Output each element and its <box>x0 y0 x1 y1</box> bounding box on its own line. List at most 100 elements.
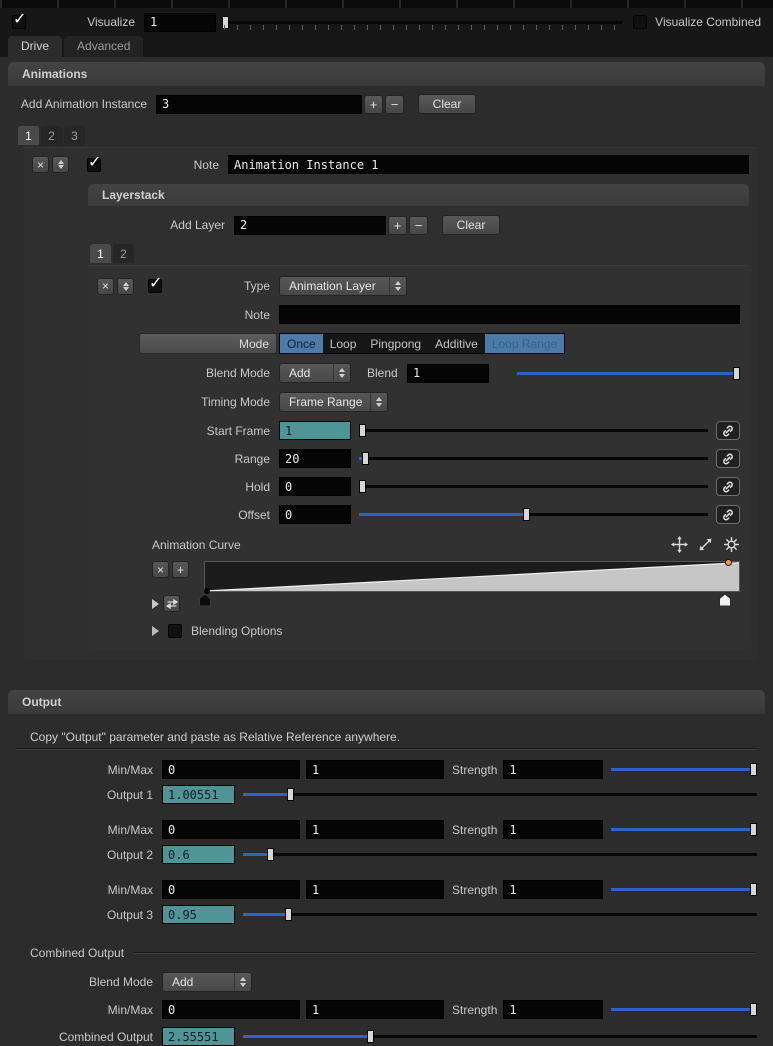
add-layer-plus-button[interactable]: + <box>388 215 407 235</box>
slider-handle[interactable] <box>359 480 366 493</box>
visualize-checkbox[interactable]: ✓ <box>12 9 26 29</box>
instance-tab-3[interactable]: 3 <box>64 126 85 145</box>
hold-link-button[interactable] <box>716 477 740 496</box>
strength-input[interactable]: 1 <box>503 1000 604 1019</box>
slider-handle[interactable] <box>733 366 740 380</box>
range-slider[interactable] <box>359 451 708 466</box>
combined-blend-mode-dropdown[interactable]: Add <box>162 972 252 992</box>
visualize-combined-checkbox[interactable] <box>633 15 648 29</box>
strength-slider[interactable] <box>611 1002 757 1017</box>
offset-slider[interactable] <box>359 507 708 522</box>
strength-slider[interactable] <box>611 822 757 837</box>
max-input[interactable]: 1 <box>306 820 444 839</box>
slider-handle[interactable] <box>750 763 757 776</box>
slider-handle[interactable] <box>367 1030 375 1043</box>
tab-advanced[interactable]: Advanced <box>64 36 144 57</box>
reorder-instance-button[interactable] <box>52 156 69 173</box>
slider-handle[interactable] <box>750 883 757 896</box>
slider-handle[interactable] <box>222 15 229 29</box>
instance-tab-2[interactable]: 2 <box>41 126 62 145</box>
slider-handle[interactable] <box>362 452 370 465</box>
offset-input[interactable]: 0 <box>279 505 351 524</box>
ramp-cycle-button[interactable] <box>163 595 180 612</box>
visualize-slider[interactable] <box>222 15 622 30</box>
strength-input[interactable]: 1 <box>503 880 604 899</box>
add-layer-input[interactable]: 2 <box>234 215 386 235</box>
hold-slider[interactable] <box>359 479 708 494</box>
remove-layer-button[interactable]: × <box>97 277 114 295</box>
add-instance-input[interactable]: 3 <box>156 94 362 114</box>
mode-label-button[interactable]: Mode <box>139 333 277 354</box>
slider-handle[interactable] <box>750 1003 757 1016</box>
slider-handle[interactable] <box>750 823 757 836</box>
ramp-add-key-button[interactable]: + <box>172 561 189 578</box>
instance-note-input[interactable]: Animation Instance 1 <box>228 155 749 174</box>
range-input[interactable]: 20 <box>279 449 351 468</box>
output1-slider[interactable] <box>243 787 757 802</box>
min-input[interactable]: 0 <box>162 760 300 779</box>
strength-input[interactable]: 1 <box>503 820 604 839</box>
max-input[interactable]: 1 <box>306 880 444 899</box>
slider-handle[interactable] <box>523 508 530 521</box>
ramp-pan-button[interactable] <box>671 536 688 553</box>
slider-handle[interactable] <box>284 908 292 921</box>
min-input[interactable]: 0 <box>162 1000 300 1019</box>
max-input[interactable]: 1 <box>306 1000 444 1019</box>
ramp-handle-right[interactable] <box>718 593 732 607</box>
ramp-curve-area[interactable] <box>204 559 740 594</box>
blend-mode-dropdown[interactable]: Add <box>279 363 351 383</box>
ramp-delete-key-button[interactable]: × <box>152 561 169 578</box>
start-frame-link-button[interactable] <box>716 421 740 440</box>
layer-tab-1[interactable]: 1 <box>90 244 111 263</box>
layer-note-input[interactable] <box>279 305 740 324</box>
output1-value[interactable]: 1.00551 <box>162 785 235 804</box>
ramp-scale-button[interactable] <box>697 536 714 553</box>
tab-drive[interactable]: Drive <box>8 36 63 57</box>
remove-instance-button[interactable]: × <box>32 156 49 173</box>
reorder-layer-button[interactable] <box>117 277 134 295</box>
add-layer-minus-button[interactable]: − <box>409 215 428 235</box>
instance-enable-checkbox[interactable]: ✓ <box>87 152 101 172</box>
ramp-key-point[interactable] <box>725 559 732 566</box>
type-dropdown[interactable]: Animation Layer <box>279 276 407 296</box>
timing-mode-dropdown[interactable]: Frame Range <box>279 392 389 412</box>
blend-input[interactable]: 1 <box>407 363 489 383</box>
strength-slider[interactable] <box>611 762 757 777</box>
mode-pingpong[interactable]: Pingpong <box>363 334 428 353</box>
max-input[interactable]: 1 <box>306 760 444 779</box>
ramp-expand-arrow[interactable] <box>152 598 159 609</box>
slider-handle[interactable] <box>266 848 274 861</box>
strength-input[interactable]: 1 <box>503 760 604 779</box>
instance-tab-1[interactable]: 1 <box>18 126 39 145</box>
clear-layers-button[interactable]: Clear <box>442 215 500 235</box>
collapse-arrow-icon[interactable] <box>152 626 159 636</box>
layer-enable-checkbox[interactable]: ✓ <box>148 273 162 293</box>
blend-slider[interactable] <box>517 366 740 381</box>
animations-section-header[interactable]: Animations <box>8 62 765 86</box>
visualize-input[interactable]: 1 <box>144 12 216 32</box>
min-input[interactable]: 0 <box>162 880 300 899</box>
mode-additive[interactable]: Additive <box>428 334 485 353</box>
start-frame-input[interactable]: 1 <box>279 421 351 440</box>
layer-tab-2[interactable]: 2 <box>113 244 134 263</box>
min-input[interactable]: 0 <box>162 820 300 839</box>
clear-instances-button[interactable]: Clear <box>418 94 476 114</box>
mode-loop[interactable]: Loop <box>323 334 364 353</box>
combined-output-slider[interactable] <box>243 1029 757 1044</box>
range-link-button[interactable] <box>716 449 740 468</box>
output2-slider[interactable] <box>243 847 757 862</box>
slider-handle[interactable] <box>287 788 295 801</box>
slider-handle[interactable] <box>359 424 366 437</box>
output-section-header[interactable]: Output <box>8 690 765 714</box>
output3-value[interactable]: 0.95 <box>162 905 235 924</box>
ramp-settings-button[interactable] <box>723 536 740 553</box>
output2-value[interactable]: 0.6 <box>162 845 235 864</box>
ramp-handle-left[interactable] <box>198 593 212 607</box>
mode-once[interactable]: Once <box>280 334 323 353</box>
strength-slider[interactable] <box>611 882 757 897</box>
add-instance-plus-button[interactable]: + <box>364 94 383 114</box>
offset-link-button[interactable] <box>716 505 740 524</box>
add-instance-minus-button[interactable]: − <box>385 94 404 114</box>
start-frame-slider[interactable] <box>359 423 708 438</box>
layerstack-header[interactable]: Layerstack <box>88 184 749 206</box>
